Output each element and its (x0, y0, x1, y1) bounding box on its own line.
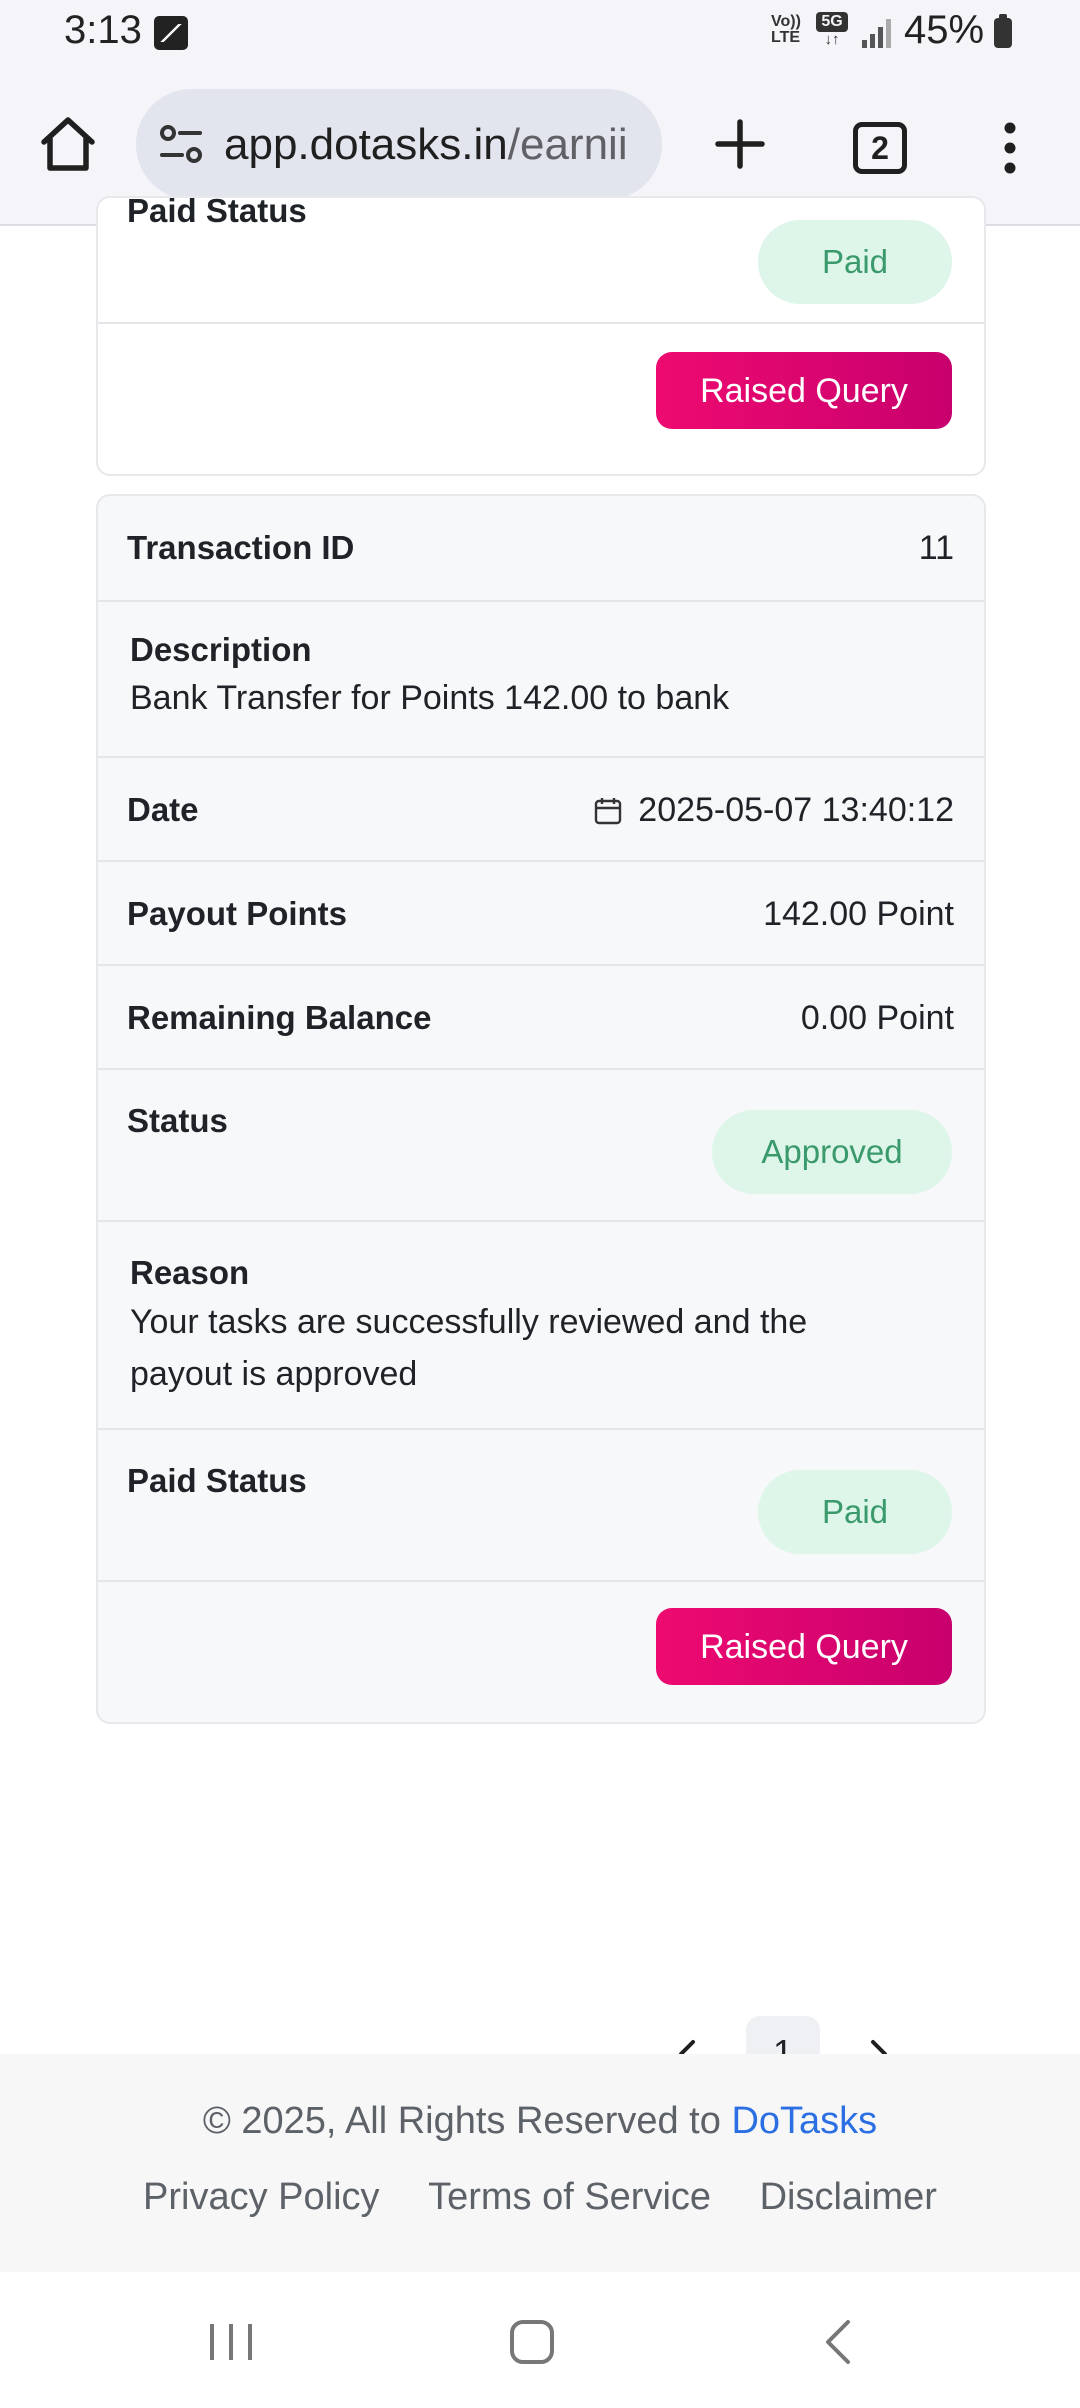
transaction-card: Transaction ID 11 Description Bank Trans… (96, 494, 986, 1724)
volte-icon: Vo)) LTE (771, 13, 801, 46)
date-label: Date (127, 791, 199, 828)
address-bar[interactable]: app.dotasks.in/earnii (136, 89, 662, 200)
row-actions-previous: Raised Query (98, 322, 984, 474)
footer-links: Privacy Policy Terms of Service Disclaim… (0, 2176, 1080, 2219)
site-settings-icon[interactable] (156, 119, 206, 169)
reason-value: Your tasks are successfully reviewed and… (130, 1303, 808, 1393)
description-label: Description (130, 631, 312, 668)
row-remaining-balance: Remaining Balance 0.00 Point (98, 964, 984, 1070)
battery-percent: 45% (904, 8, 985, 52)
paid-status-badge: Paid (758, 1470, 952, 1554)
paid-status-badge: Paid (758, 220, 952, 304)
row-date: Date 2025-05-07 13:40:12 (98, 756, 984, 862)
disclaimer-link[interactable]: Disclaimer (760, 2176, 937, 2218)
privacy-policy-link[interactable]: Privacy Policy (143, 2176, 380, 2218)
brand-link[interactable]: DoTasks (731, 2100, 877, 2142)
transaction-id-label: Transaction ID (127, 529, 355, 566)
url-host: app.dotasks.in (224, 120, 508, 169)
tabs-icon[interactable]: 2 (853, 122, 907, 174)
recent-apps-icon[interactable] (206, 2320, 256, 2364)
paid-status-label: Paid Status (127, 196, 307, 229)
raised-query-button[interactable]: Raised Query (656, 1608, 952, 1685)
date-value: 2025-05-07 13:40:12 (594, 791, 954, 830)
signal-icon (862, 16, 892, 48)
row-status: Status Approved (98, 1068, 984, 1222)
home-icon[interactable] (36, 112, 100, 176)
url-path: /earnii (507, 120, 628, 169)
transaction-id-value: 11 (918, 529, 954, 567)
url-text[interactable]: app.dotasks.in/earnii (224, 119, 662, 171)
row-paid-status-previous: Paid Status Paid (98, 198, 984, 322)
copyright: © 2025, All Rights Reserved to DoTasks (0, 2100, 1080, 2143)
raised-query-button[interactable]: Raised Query (656, 352, 952, 429)
system-nav-bar (0, 2272, 1080, 2408)
payout-points-label: Payout Points (127, 895, 348, 932)
copyright-text: © 2025, All Rights Reserved to (202, 2100, 732, 2142)
gallery-icon (154, 16, 188, 50)
row-description: Description Bank Transfer for Points 142… (98, 600, 984, 758)
date-text: 2025-05-07 13:40:12 (638, 791, 954, 829)
row-transaction-id: Transaction ID 11 (98, 496, 984, 600)
status-label: Status (127, 1102, 228, 1139)
status-bar: 3:13 Vo)) LTE 5G ↓↑ 45% (0, 0, 1080, 66)
row-payout-points: Payout Points 142.00 Point (98, 860, 984, 966)
calendar-icon (595, 798, 622, 825)
description-value: Bank Transfer for Points 142.00 to bank (130, 679, 730, 717)
reason-label: Reason (130, 1254, 250, 1291)
network-type: 5G (816, 12, 848, 32)
remaining-balance-label: Remaining Balance (127, 999, 432, 1036)
row-reason: Reason Your tasks are successfully revie… (98, 1220, 984, 1430)
row-paid-status: Paid Status Paid (98, 1428, 984, 1582)
home-nav-icon[interactable] (510, 2320, 554, 2364)
terms-of-service-link[interactable]: Terms of Service (428, 2176, 711, 2218)
remaining-balance-value: 0.00 Point (800, 999, 954, 1037)
transaction-card-previous: Paid Status Paid Raised Query (96, 196, 986, 476)
paid-status-label: Paid Status (127, 1462, 307, 1499)
clock: 3:13 (64, 8, 142, 52)
battery-icon (994, 14, 1012, 48)
row-actions: Raised Query (98, 1580, 984, 1722)
status-badge: Approved (712, 1110, 952, 1194)
page-footer: © 2025, All Rights Reserved to DoTasks P… (0, 2054, 1080, 2272)
back-icon[interactable] (820, 2318, 856, 2366)
5g-icon: 5G ↓↑ (816, 12, 848, 50)
new-tab-icon[interactable] (708, 112, 772, 176)
more-menu-icon[interactable] (990, 118, 1030, 178)
payout-points-value: 142.00 Point (763, 895, 954, 933)
